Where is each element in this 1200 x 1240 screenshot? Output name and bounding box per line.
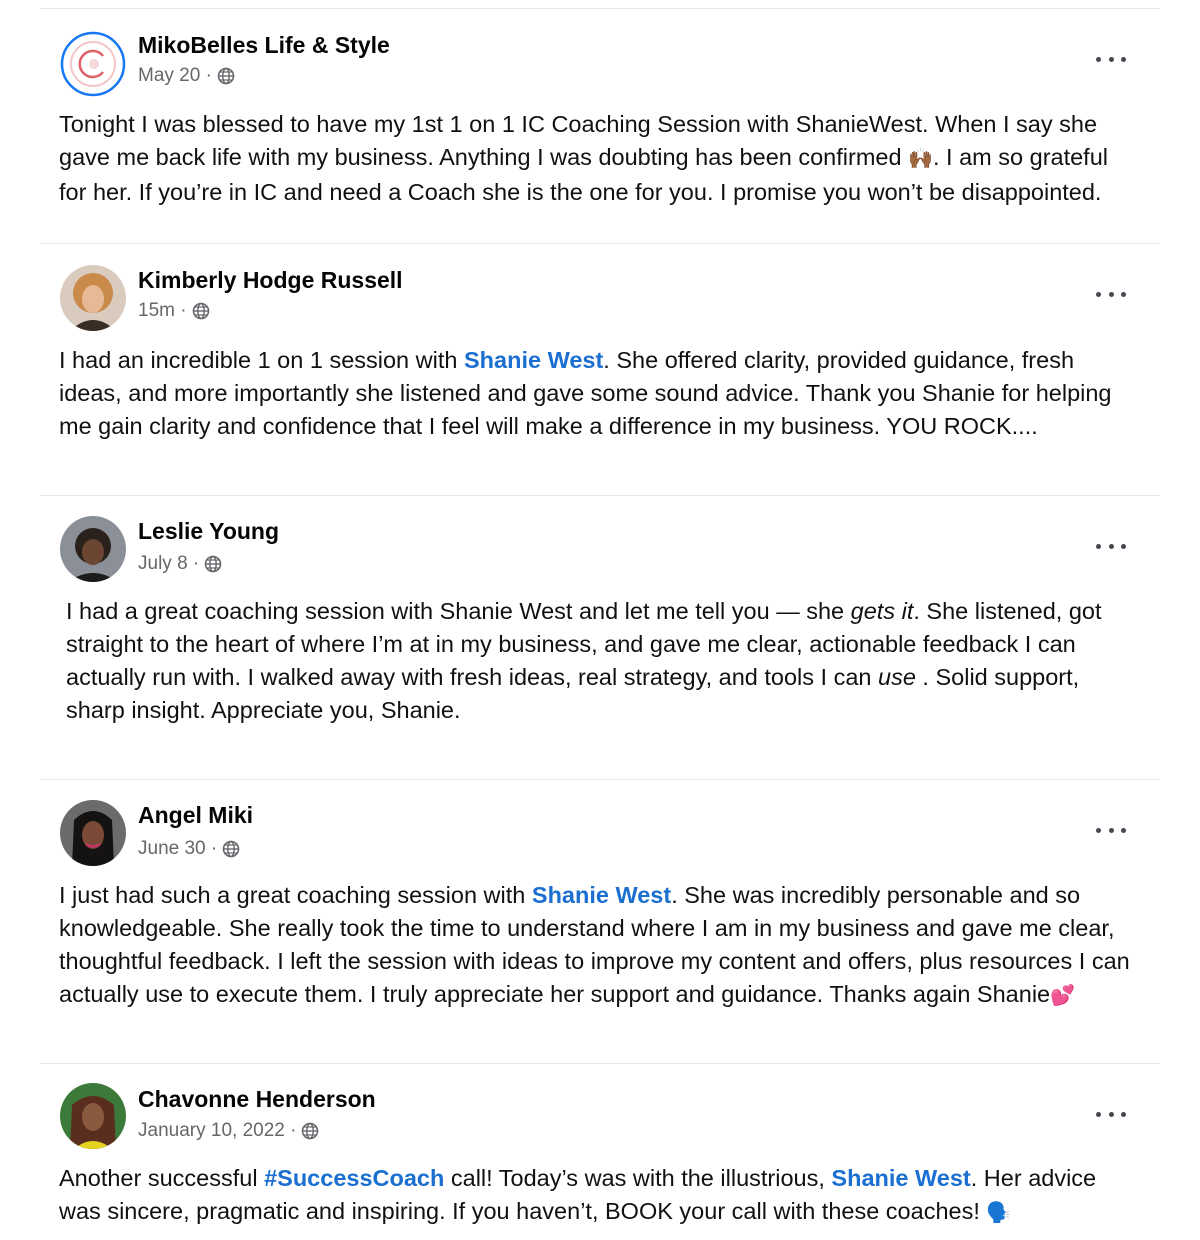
author-name[interactable]: Angel Miki <box>138 802 253 829</box>
post-date[interactable]: 15m · <box>138 300 187 322</box>
avatar[interactable] <box>60 265 126 331</box>
more-options-button[interactable] <box>1096 536 1126 556</box>
post-text: Tonight I was blessed to have my 1st 1 o… <box>59 108 1140 209</box>
avatar[interactable] <box>60 31 126 97</box>
avatar[interactable] <box>60 800 126 866</box>
post-paragraph: I had a great coaching session with Shan… <box>66 595 1140 727</box>
post-meta: May 20 · <box>138 65 235 87</box>
emoji: 🙌🏾 <box>908 148 933 170</box>
post: Chavonne Henderson January 10, 2022 · An… <box>40 1063 1160 1240</box>
mention-link[interactable]: Shanie West <box>464 347 603 373</box>
author-name[interactable]: Chavonne Henderson <box>138 1086 376 1113</box>
avatar[interactable] <box>60 516 126 582</box>
post-text: I just had such a great coaching session… <box>59 879 1140 1013</box>
post-paragraph: Another successful #SuccessCoach call! T… <box>59 1162 1140 1230</box>
post-date[interactable]: June 30 · <box>138 838 217 860</box>
post-text: I had an incredible 1 on 1 session with … <box>59 344 1140 443</box>
mention-link[interactable]: Shanie West <box>532 882 671 908</box>
emoji: 🗣️ <box>986 1202 1012 1224</box>
post: Angel Miki June 30 · I just had such a g… <box>40 779 1160 1062</box>
text-segment: Another successful <box>59 1165 265 1191</box>
post-paragraph: I just had such a great coaching session… <box>59 879 1140 1013</box>
post-date[interactable]: July 8 · <box>138 553 199 575</box>
text-segment: gets it <box>850 598 914 624</box>
post-date[interactable]: May 20 · <box>138 65 212 87</box>
globe-icon <box>217 67 235 85</box>
author-name[interactable]: Leslie Young <box>138 518 279 545</box>
globe-icon <box>222 840 240 858</box>
post-paragraph: Tonight I was blessed to have my 1st 1 o… <box>59 108 1140 209</box>
post: MikoBelles Life & Style May 20 · Tonight… <box>40 8 1160 241</box>
avatar[interactable] <box>60 1083 126 1149</box>
text-segment: I had an incredible 1 on 1 session with <box>59 347 464 373</box>
globe-icon <box>302 1122 319 1140</box>
text-segment: call! Today’s was with the illustrious, <box>444 1165 832 1191</box>
post-date[interactable]: January 10, 2022 · <box>138 1120 296 1142</box>
hashtag-link[interactable]: #SuccessCoach <box>264 1165 444 1191</box>
post-text: Another successful #SuccessCoach call! T… <box>59 1162 1140 1230</box>
post: Leslie Young July 8 · I had a great coac… <box>40 495 1160 778</box>
text-segment: use <box>878 664 916 690</box>
post-meta: 15m · <box>138 300 210 322</box>
text-segment: I just had such a great coaching session… <box>59 882 532 908</box>
globe-icon <box>192 302 209 320</box>
more-options-button[interactable] <box>1096 1104 1126 1124</box>
more-options-button[interactable] <box>1096 820 1126 840</box>
post-meta: June 30 · <box>138 838 240 860</box>
post-text: I had a great coaching session with Shan… <box>66 595 1140 727</box>
more-options-button[interactable] <box>1096 284 1126 304</box>
post-paragraph: I had an incredible 1 on 1 session with … <box>59 344 1140 443</box>
emoji: 💕 <box>1050 985 1076 1007</box>
mention-link[interactable]: Shanie West <box>831 1165 970 1191</box>
author-name[interactable]: MikoBelles Life & Style <box>138 32 390 59</box>
author-name[interactable]: Kimberly Hodge Russell <box>138 267 403 294</box>
post-meta: July 8 · <box>138 553 222 575</box>
post: Kimberly Hodge Russell 15m · I had an in… <box>40 243 1160 495</box>
globe-icon <box>204 555 222 573</box>
text-segment: I had a great coaching session with Shan… <box>66 598 851 624</box>
post-meta: January 10, 2022 · <box>138 1120 319 1142</box>
more-options-button[interactable] <box>1096 49 1126 69</box>
